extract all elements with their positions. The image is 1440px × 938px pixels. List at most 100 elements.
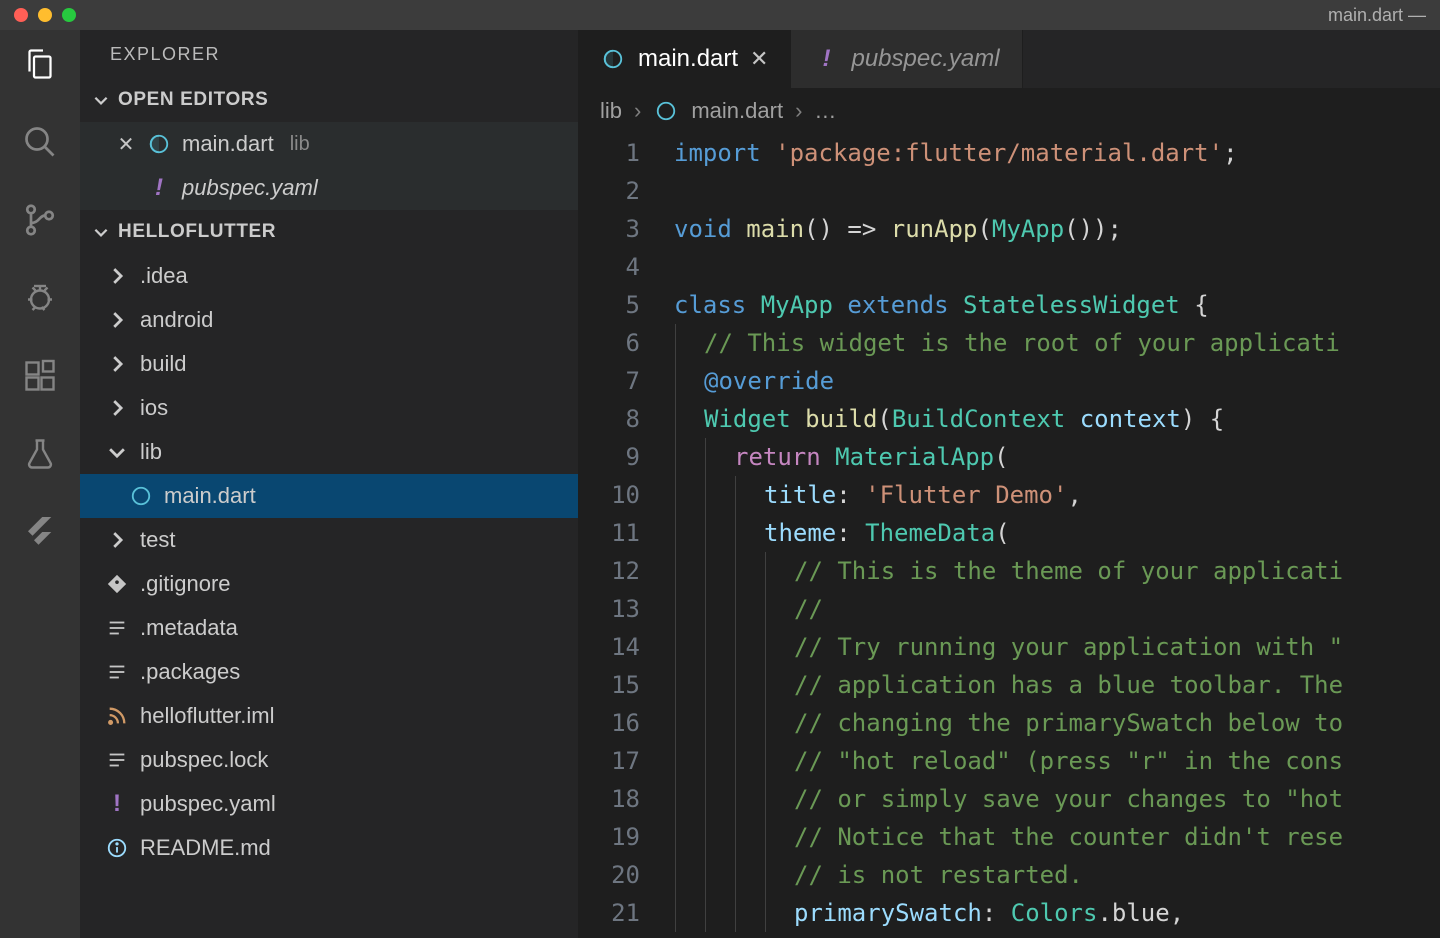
file-helloflutter-iml[interactable]: helloflutter.iml <box>80 694 578 738</box>
tree-item-label: pubspec.yaml <box>140 791 276 817</box>
tree-item-label: test <box>140 527 175 553</box>
code-editor[interactable]: 123456789101112131415161718192021 import… <box>578 134 1440 938</box>
open-editor-main-dart[interactable]: ✕ main.dart lib <box>80 122 578 166</box>
open-editor-path-hint: lib <box>290 133 310 156</box>
tree-item-label: README.md <box>140 835 271 861</box>
code-line[interactable]: void main() => runApp(MyApp()); <box>674 210 1440 248</box>
code-line[interactable]: // Try running your application with " <box>674 628 1440 666</box>
code-line[interactable]: // This is the theme of your applicati <box>674 552 1440 590</box>
source-control-icon[interactable] <box>20 200 60 240</box>
open-editors-header[interactable]: OPEN EDITORS <box>80 78 578 122</box>
file--gitignore[interactable]: .gitignore <box>80 562 578 606</box>
iml-file-icon <box>104 703 130 729</box>
line-number: 3 <box>578 210 640 248</box>
text-file-icon <box>104 747 130 773</box>
yaml-file-icon: ! <box>104 791 130 817</box>
tree-item-label: .idea <box>140 263 188 289</box>
code-line[interactable]: title: 'Flutter Demo', <box>674 476 1440 514</box>
tab-main-dart[interactable]: main.dart ✕ <box>578 30 791 88</box>
chevron-down-icon <box>104 439 130 465</box>
file-readme-md[interactable]: README.md <box>80 826 578 870</box>
code-line[interactable]: class MyApp extends StatelessWidget { <box>674 286 1440 324</box>
line-number: 13 <box>578 590 640 628</box>
file--metadata[interactable]: .metadata <box>80 606 578 650</box>
minimize-window-button[interactable] <box>38 8 52 22</box>
breadcrumb-folder[interactable]: lib <box>600 98 622 124</box>
folder-build[interactable]: build <box>80 342 578 386</box>
code-line[interactable]: // <box>674 590 1440 628</box>
explorer-icon[interactable] <box>20 44 60 84</box>
line-number: 6 <box>578 324 640 362</box>
line-number: 14 <box>578 628 640 666</box>
tab-pubspec-yaml[interactable]: ! pubspec.yaml <box>791 30 1022 88</box>
folder-android[interactable]: android <box>80 298 578 342</box>
line-number: 19 <box>578 818 640 856</box>
tree-item-label: .metadata <box>140 615 238 641</box>
editor-area: main.dart ✕ ! pubspec.yaml lib › main.da… <box>578 30 1440 938</box>
search-icon[interactable] <box>20 122 60 162</box>
maximize-window-button[interactable] <box>62 8 76 22</box>
code-line[interactable]: // is not restarted. <box>674 856 1440 894</box>
code-line[interactable]: // or simply save your changes to "hot <box>674 780 1440 818</box>
debug-icon[interactable] <box>20 278 60 318</box>
project-header[interactable]: HELLOFLUTTER <box>80 210 578 254</box>
tree-item-label: main.dart <box>164 483 256 509</box>
yaml-file-icon: ! <box>813 46 839 72</box>
extensions-icon[interactable] <box>20 356 60 396</box>
code-line[interactable]: import 'package:flutter/material.dart'; <box>674 134 1440 172</box>
chevron-right-icon: › <box>634 98 641 124</box>
code-content[interactable]: import 'package:flutter/material.dart'; v… <box>674 134 1440 938</box>
folder--idea[interactable]: .idea <box>80 254 578 298</box>
chevron-right-icon <box>104 395 130 421</box>
line-number: 2 <box>578 172 640 210</box>
file-main-dart[interactable]: main.dart <box>80 474 578 518</box>
code-line[interactable]: return MaterialApp( <box>674 438 1440 476</box>
chevron-right-icon <box>104 263 130 289</box>
flutter-icon[interactable] <box>20 512 60 552</box>
file--packages[interactable]: .packages <box>80 650 578 694</box>
code-line[interactable]: // Notice that the counter didn't rese <box>674 818 1440 856</box>
open-editor-filename: main.dart <box>182 131 274 157</box>
breadcrumb-more[interactable]: … <box>814 98 836 124</box>
sidebar: EXPLORER OPEN EDITORS ✕ main.dart lib ! … <box>80 30 578 938</box>
code-line[interactable]: // This widget is the root of your appli… <box>674 324 1440 362</box>
chevron-down-icon <box>92 223 110 241</box>
code-line[interactable] <box>674 248 1440 286</box>
code-line[interactable]: Widget build(BuildContext context) { <box>674 400 1440 438</box>
line-number: 5 <box>578 286 640 324</box>
breadcrumb-file[interactable]: main.dart <box>691 98 783 124</box>
code-line[interactable]: primarySwatch: Colors.blue, <box>674 894 1440 932</box>
dart-file-icon <box>146 131 172 157</box>
close-window-button[interactable] <box>14 8 28 22</box>
folder-test[interactable]: test <box>80 518 578 562</box>
close-icon[interactable]: ✕ <box>750 46 768 72</box>
code-line[interactable]: // "hot reload" (press "r" in the cons <box>674 742 1440 780</box>
folder-ios[interactable]: ios <box>80 386 578 430</box>
tab-label: pubspec.yaml <box>851 45 999 73</box>
activity-bar <box>0 30 80 938</box>
line-number: 9 <box>578 438 640 476</box>
line-number: 18 <box>578 780 640 818</box>
code-line[interactable]: @override <box>674 362 1440 400</box>
code-line[interactable]: // application has a blue toolbar. The <box>674 666 1440 704</box>
folder-lib[interactable]: lib <box>80 430 578 474</box>
line-number: 21 <box>578 894 640 932</box>
breadcrumb[interactable]: lib › main.dart › … <box>578 88 1440 134</box>
chevron-right-icon <box>104 307 130 333</box>
text-file-icon <box>104 659 130 685</box>
tree-item-label: lib <box>140 439 162 465</box>
close-icon[interactable]: ✕ <box>116 132 136 157</box>
tree-item-label: .packages <box>140 659 240 685</box>
open-editor-pubspec-yaml[interactable]: ! pubspec.yaml <box>80 166 578 210</box>
file-pubspec-lock[interactable]: pubspec.lock <box>80 738 578 782</box>
line-number: 8 <box>578 400 640 438</box>
title-bar: main.dart — <box>0 0 1440 30</box>
file-pubspec-yaml[interactable]: ! pubspec.yaml <box>80 782 578 826</box>
dart-file-icon <box>128 483 154 509</box>
code-line[interactable]: // changing the primarySwatch below to <box>674 704 1440 742</box>
dart-file-icon <box>600 46 626 72</box>
code-line[interactable]: theme: ThemeData( <box>674 514 1440 552</box>
code-line[interactable] <box>674 172 1440 210</box>
test-icon[interactable] <box>20 434 60 474</box>
tree-item-label: android <box>140 307 213 333</box>
